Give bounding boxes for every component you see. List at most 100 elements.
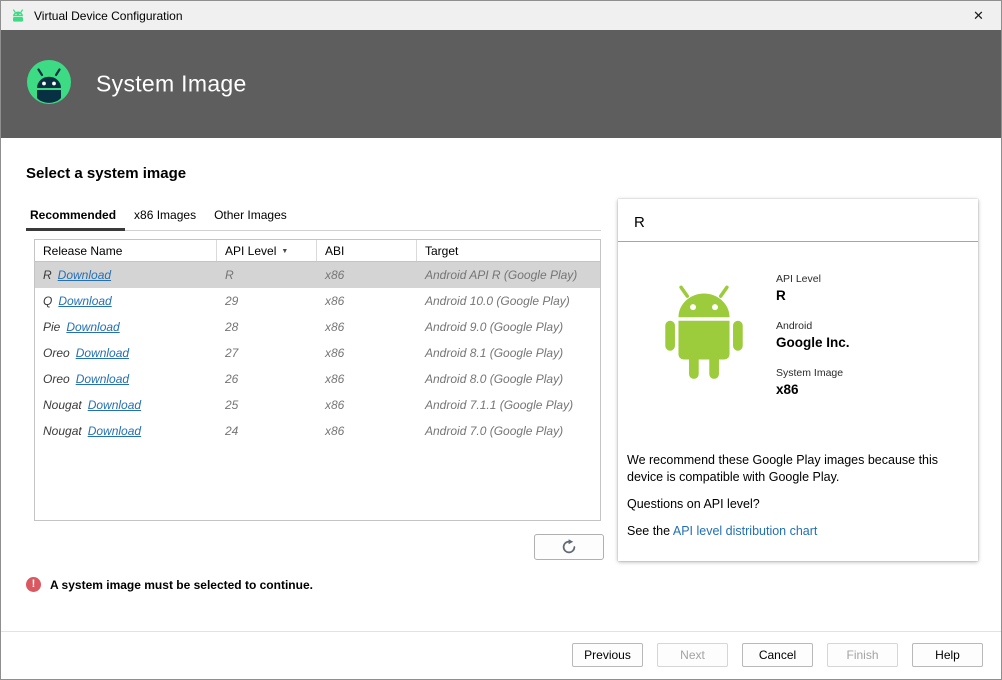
table-row[interactable]: Q Download 29 x86 Android 10.0 (Google Play) — [35, 288, 600, 314]
release-cell: R Download — [35, 268, 217, 282]
close-button[interactable]: ✕ — [956, 1, 1001, 30]
detail-fields: API Level R Android Google Inc. System Image… — [776, 273, 850, 414]
release-cell: Nougat Download — [35, 398, 217, 412]
system-image-icon — [25, 58, 73, 111]
window-title: Virtual Device Configuration — [34, 8, 183, 23]
see-the-line: See the API level distribution chart — [627, 524, 817, 538]
abi-cell: x86 — [325, 424, 345, 438]
api-distribution-link[interactable]: API level distribution chart — [673, 524, 818, 538]
abi-cell: x86 — [325, 372, 345, 386]
api-level-cell: 26 — [225, 372, 239, 386]
refresh-button[interactable] — [534, 534, 604, 560]
error-icon: ! — [26, 577, 41, 592]
target-cell: Android 7.0 (Google Play) — [425, 424, 564, 438]
release-name: Pie — [43, 320, 61, 334]
footer-buttons: Previous Next Cancel Finish Help — [572, 643, 983, 667]
abi-cell: x86 — [325, 320, 345, 334]
api-level-cell: R — [225, 268, 234, 282]
column-header-release-name[interactable]: Release Name — [35, 240, 217, 261]
tab-recommended[interactable]: Recommended — [26, 203, 126, 231]
page-title: System Image — [96, 70, 247, 97]
release-name: Oreo — [43, 346, 70, 360]
download-link[interactable]: Download — [66, 320, 119, 334]
download-link[interactable]: Download — [88, 398, 141, 412]
target-cell: Android 8.1 (Google Play) — [425, 346, 564, 360]
api-level-cell: 29 — [225, 294, 239, 308]
table-row[interactable]: R Download Rx86 Android API R (Google Play) — [35, 262, 600, 288]
table-row[interactable]: Oreo Download 26 x86 Android 8.0 (Google Pla… — [35, 366, 600, 392]
release-cell: Oreo Download — [35, 346, 217, 360]
header-banner: System Image — [1, 30, 1001, 138]
detail-panel: R API Level R Android Google Inc. System… — [618, 199, 978, 561]
tab-x86-images[interactable]: x86 Images — [125, 203, 205, 231]
target-cell: Android 8.0 (Google Play) — [425, 372, 564, 386]
table-row[interactable]: Nougat Download 25 x86 Android 7.1.1 (Google… — [35, 392, 600, 418]
android-logo-icon — [10, 8, 26, 24]
column-header-abi[interactable]: ABI — [317, 240, 417, 261]
api-level-cell: 25 — [225, 398, 239, 412]
release-cell: Oreo Download — [35, 372, 217, 386]
detail-field: System Image x86 — [776, 367, 850, 397]
column-header-target[interactable]: Target — [417, 240, 600, 261]
virtual-device-configuration-dialog: Virtual Device Configuration ✕ System Im… — [0, 0, 1002, 680]
detail-field: Android Google Inc. — [776, 320, 850, 350]
table-row[interactable]: Nougat Download 24 x86 Android 7.0 (Google P… — [35, 418, 600, 444]
next-button[interactable]: Next — [657, 643, 728, 667]
column-label: API Level — [225, 243, 277, 258]
column-label: Release Name — [43, 243, 123, 258]
abi-cell: x86 — [325, 346, 345, 360]
api-level-cell: 27 — [225, 346, 239, 360]
release-name: Oreo — [43, 372, 70, 386]
abi-cell: x86 — [325, 398, 345, 412]
detail-title: R — [634, 214, 645, 231]
table-row[interactable]: Oreo Download 27 x86 Android 8.1 (Google Pla… — [35, 340, 600, 366]
api-level-cell: 24 — [225, 424, 239, 438]
release-name: Nougat — [43, 398, 82, 412]
abi-cell: x86 — [325, 268, 345, 282]
api-question-text: Questions on API level? — [627, 497, 760, 511]
release-name: Q — [43, 294, 53, 308]
section-heading: Select a system image — [26, 165, 187, 182]
table-row[interactable]: Pie Download 28 x86 Android 9.0 (Google Play… — [35, 314, 600, 340]
detail-content: API Level R Android Google Inc. System Image… — [618, 242, 978, 560]
download-link[interactable]: Download — [58, 268, 111, 282]
release-cell: Q Download — [35, 294, 217, 308]
table-header-row: Release Name API Level ▼ ABI Target — [35, 240, 600, 262]
title-bar: Virtual Device Configuration ✕ — [1, 1, 1001, 30]
sort-arrow-icon: ▼ — [281, 247, 289, 255]
detail-separator: R — [618, 199, 978, 242]
see-the-text: See the — [627, 524, 673, 538]
field-value: x86 — [776, 382, 799, 397]
cancel-button[interactable]: Cancel — [742, 643, 813, 667]
download-link[interactable]: Download — [76, 346, 129, 360]
release-cell: Nougat Download — [35, 424, 217, 438]
target-cell: Android 9.0 (Google Play) — [425, 320, 564, 334]
previous-button[interactable]: Previous — [572, 643, 643, 667]
refresh-icon — [561, 539, 577, 555]
recommendation-text: We recommend these Google Play images be… — [627, 453, 939, 484]
detail-field: API Level R — [776, 273, 850, 303]
system-image-table: Release Name API Level ▼ ABI Target R Downloa… — [34, 239, 601, 521]
field-label: API Level — [776, 273, 821, 285]
download-link[interactable]: Download — [88, 424, 141, 438]
field-label: System Image — [776, 367, 844, 379]
error-message: A system image must be selected to conti… — [50, 577, 313, 592]
target-cell: Android 7.1.1 (Google Play) — [425, 398, 574, 412]
table-body: R Download Rx86 Android API R (Google Play)… — [35, 262, 600, 444]
finish-button[interactable]: Finish — [827, 643, 898, 667]
tab-strip: Recommended x86 Images Other Images — [26, 203, 601, 231]
field-value: Google Inc. — [776, 335, 850, 350]
android-robot-icon — [660, 284, 748, 389]
column-header-api-level[interactable]: API Level ▼ — [217, 240, 317, 261]
footer-bar: Previous Next Cancel Finish Help — [1, 631, 1001, 679]
target-cell: Android API R (Google Play) — [425, 268, 578, 282]
column-label: ABI — [325, 243, 345, 258]
release-name: R — [43, 268, 52, 282]
release-name: Nougat — [43, 424, 82, 438]
field-label: Android — [776, 320, 813, 332]
error-row: ! A system image must be selected to con… — [26, 577, 313, 592]
download-link[interactable]: Download — [58, 294, 111, 308]
download-link[interactable]: Download — [76, 372, 129, 386]
help-button[interactable]: Help — [912, 643, 983, 667]
tab-other-images[interactable]: Other Images — [205, 203, 296, 231]
